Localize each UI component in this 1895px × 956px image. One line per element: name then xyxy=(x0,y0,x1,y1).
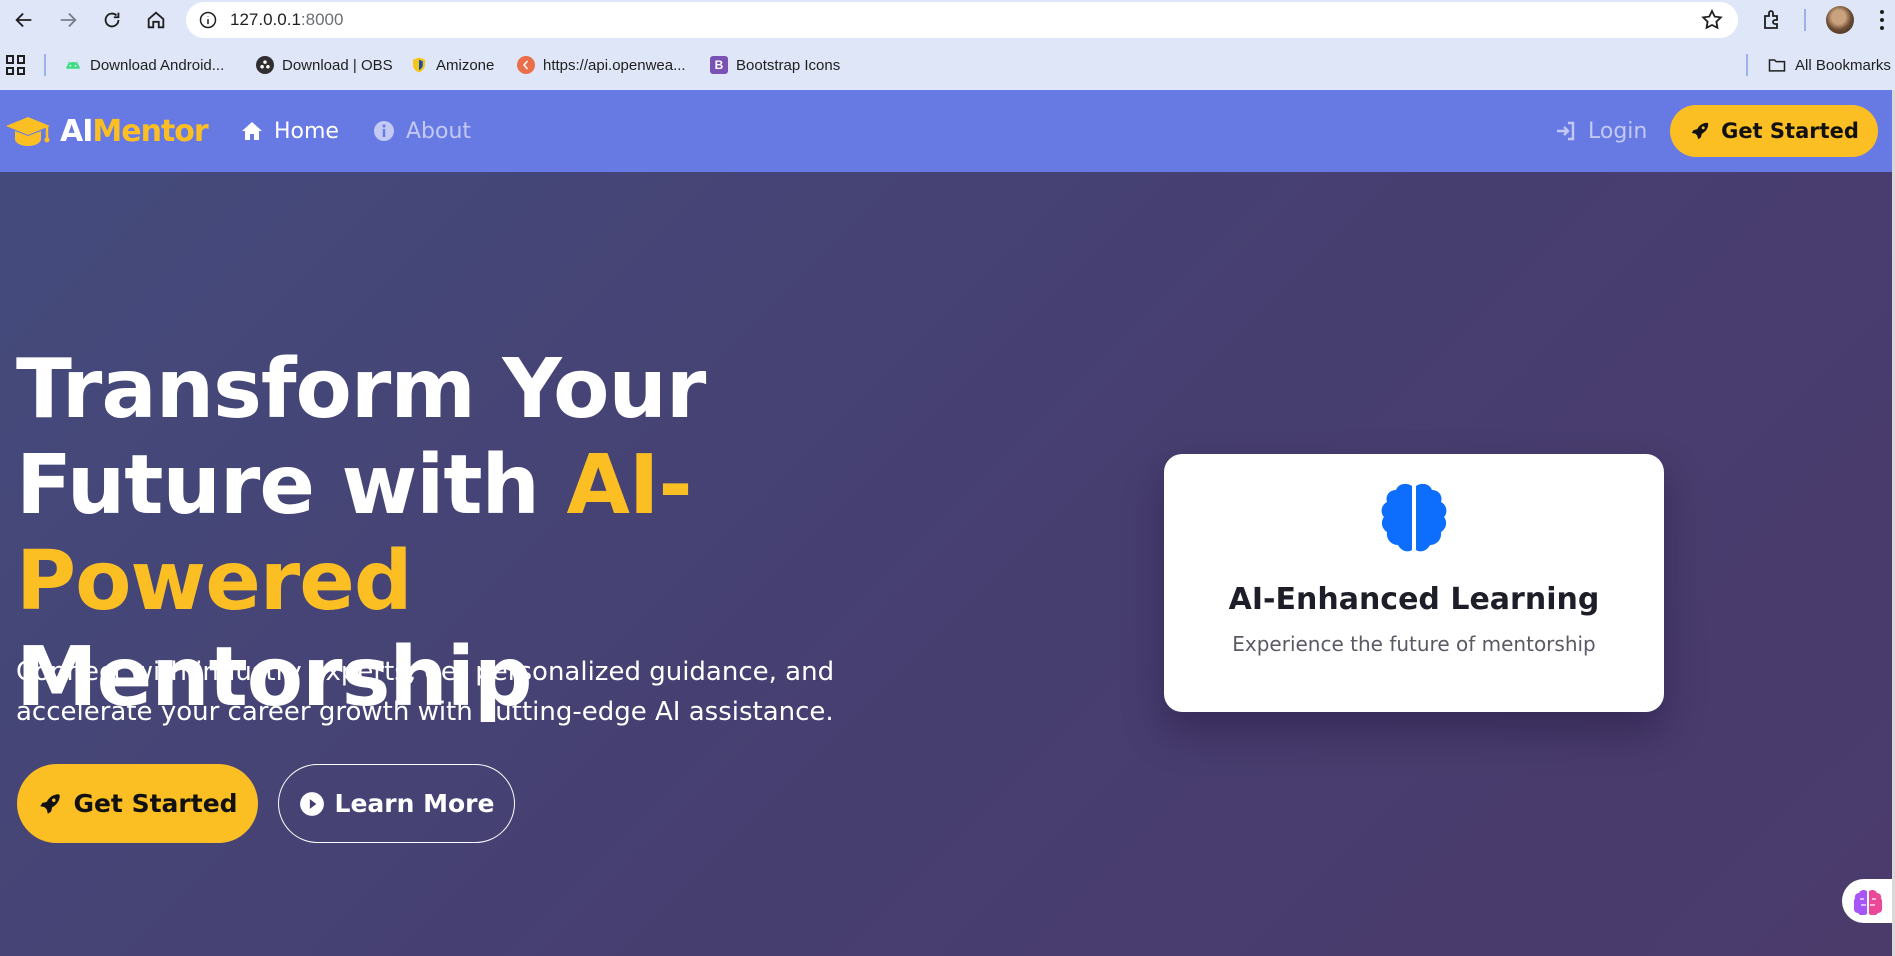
apps-grid-icon[interactable] xyxy=(6,55,26,75)
bookmarks-divider xyxy=(1746,54,1748,76)
hero-section: Transform Your Future with AI- Powered M… xyxy=(0,172,1895,956)
bookmark-bootstrap-icons[interactable]: B Bootstrap Icons xyxy=(710,52,840,78)
brand-mentor-text: Mentor xyxy=(92,113,208,149)
brain-colorful-icon xyxy=(1854,889,1882,915)
amizone-icon xyxy=(410,56,428,74)
brand-ai-text: AI xyxy=(60,113,93,149)
bookmark-label: Bootstrap Icons xyxy=(736,56,841,74)
floating-assistant-button[interactable] xyxy=(1842,879,1894,923)
brand-logo-link[interactable]: AIMentor xyxy=(4,108,209,154)
nav-get-started-label: Get Started xyxy=(1721,119,1859,143)
url-text: 127.0.0.1:8000 xyxy=(230,10,343,30)
bookmark-label: https://api.openwea... xyxy=(543,56,686,74)
home-icon xyxy=(242,122,262,140)
arrow-left-icon xyxy=(15,12,32,28)
hero-title-highlight: AI- xyxy=(566,438,692,533)
learn-more-button[interactable]: Learn More xyxy=(278,764,515,843)
bookmark-label: Amizone xyxy=(436,56,495,74)
openweather-icon xyxy=(517,56,535,74)
obs-icon xyxy=(256,56,274,74)
feature-card: AI-Enhanced Learning Experience the futu… xyxy=(1164,454,1664,712)
back-button[interactable] xyxy=(4,2,44,38)
hero-get-started-label: Get Started xyxy=(73,789,238,818)
url-port: :8000 xyxy=(300,10,344,29)
browser-toolbar: 127.0.0.1:8000 xyxy=(0,0,1895,40)
nav-login-label: Login xyxy=(1588,118,1648,144)
hero-subtitle: Connect with industry experts, get perso… xyxy=(16,657,835,727)
reload-button[interactable] xyxy=(92,2,132,38)
menu-kebab-icon[interactable] xyxy=(1878,8,1886,32)
bookmark-obs[interactable]: Download | OBS xyxy=(256,52,393,78)
bookmark-android[interactable]: Download Android... xyxy=(64,52,224,78)
url-host: 127.0.0.1 xyxy=(230,10,301,29)
bookmark-openweather[interactable]: https://api.openwea... xyxy=(517,52,686,78)
learn-more-label: Learn More xyxy=(334,789,495,818)
hero-title-line1: Transform Your xyxy=(16,342,706,437)
site-navbar: AIMentor Home About Login Get Started xyxy=(0,90,1895,172)
bookmark-amizone[interactable]: Amizone xyxy=(410,52,494,78)
arrow-right-icon xyxy=(60,12,77,28)
nav-home-link[interactable]: Home xyxy=(240,116,339,146)
bootstrap-icon: B xyxy=(710,56,728,74)
nav-login-link[interactable]: Login xyxy=(1554,116,1647,146)
brand-name: AIMentor xyxy=(60,113,209,149)
nav-get-started-button[interactable]: Get Started xyxy=(1670,105,1878,157)
brain-icon xyxy=(1381,483,1447,552)
graduation-cap-icon xyxy=(6,117,50,146)
all-bookmarks-label: All Bookmarks xyxy=(1795,56,1891,74)
play-circle-icon xyxy=(299,791,324,816)
nav-about-label: About xyxy=(406,118,472,144)
bookmarks-bar: Download Android... Download | OBS Amizo… xyxy=(0,40,1895,90)
bookmark-star-icon[interactable] xyxy=(1700,8,1724,32)
info-circle-icon xyxy=(374,121,394,141)
bookmarks-divider xyxy=(44,54,46,76)
bookmark-label: Download Android... xyxy=(90,56,225,74)
hero-title-highlight: Powered xyxy=(16,534,413,629)
site-info-icon[interactable] xyxy=(196,8,220,32)
rocket-icon xyxy=(1691,122,1709,140)
hero-title-line2: Future with xyxy=(16,438,567,533)
rocket-icon xyxy=(40,793,61,814)
feature-card-description: Experience the future of mentorship xyxy=(1232,632,1596,656)
android-icon xyxy=(64,56,82,74)
reload-icon xyxy=(104,12,120,28)
toolbar-divider xyxy=(1804,9,1806,31)
folder-icon xyxy=(1768,59,1786,72)
address-bar[interactable]: 127.0.0.1:8000 xyxy=(186,2,1738,38)
home-browser-button[interactable] xyxy=(136,2,176,38)
nav-about-link[interactable]: About xyxy=(372,116,471,146)
feature-card-title: AI-Enhanced Learning xyxy=(1228,582,1600,617)
bookmark-label: Download | OBS xyxy=(282,56,393,74)
nav-home-label: Home xyxy=(274,118,339,144)
home-outline-icon xyxy=(147,11,165,29)
extensions-icon[interactable] xyxy=(1760,8,1784,32)
sign-in-icon xyxy=(1557,121,1575,141)
hero-get-started-button[interactable]: Get Started xyxy=(17,764,258,843)
all-bookmarks-button[interactable]: All Bookmarks xyxy=(1767,52,1891,78)
profile-avatar[interactable] xyxy=(1826,6,1854,34)
forward-button[interactable] xyxy=(48,2,88,38)
